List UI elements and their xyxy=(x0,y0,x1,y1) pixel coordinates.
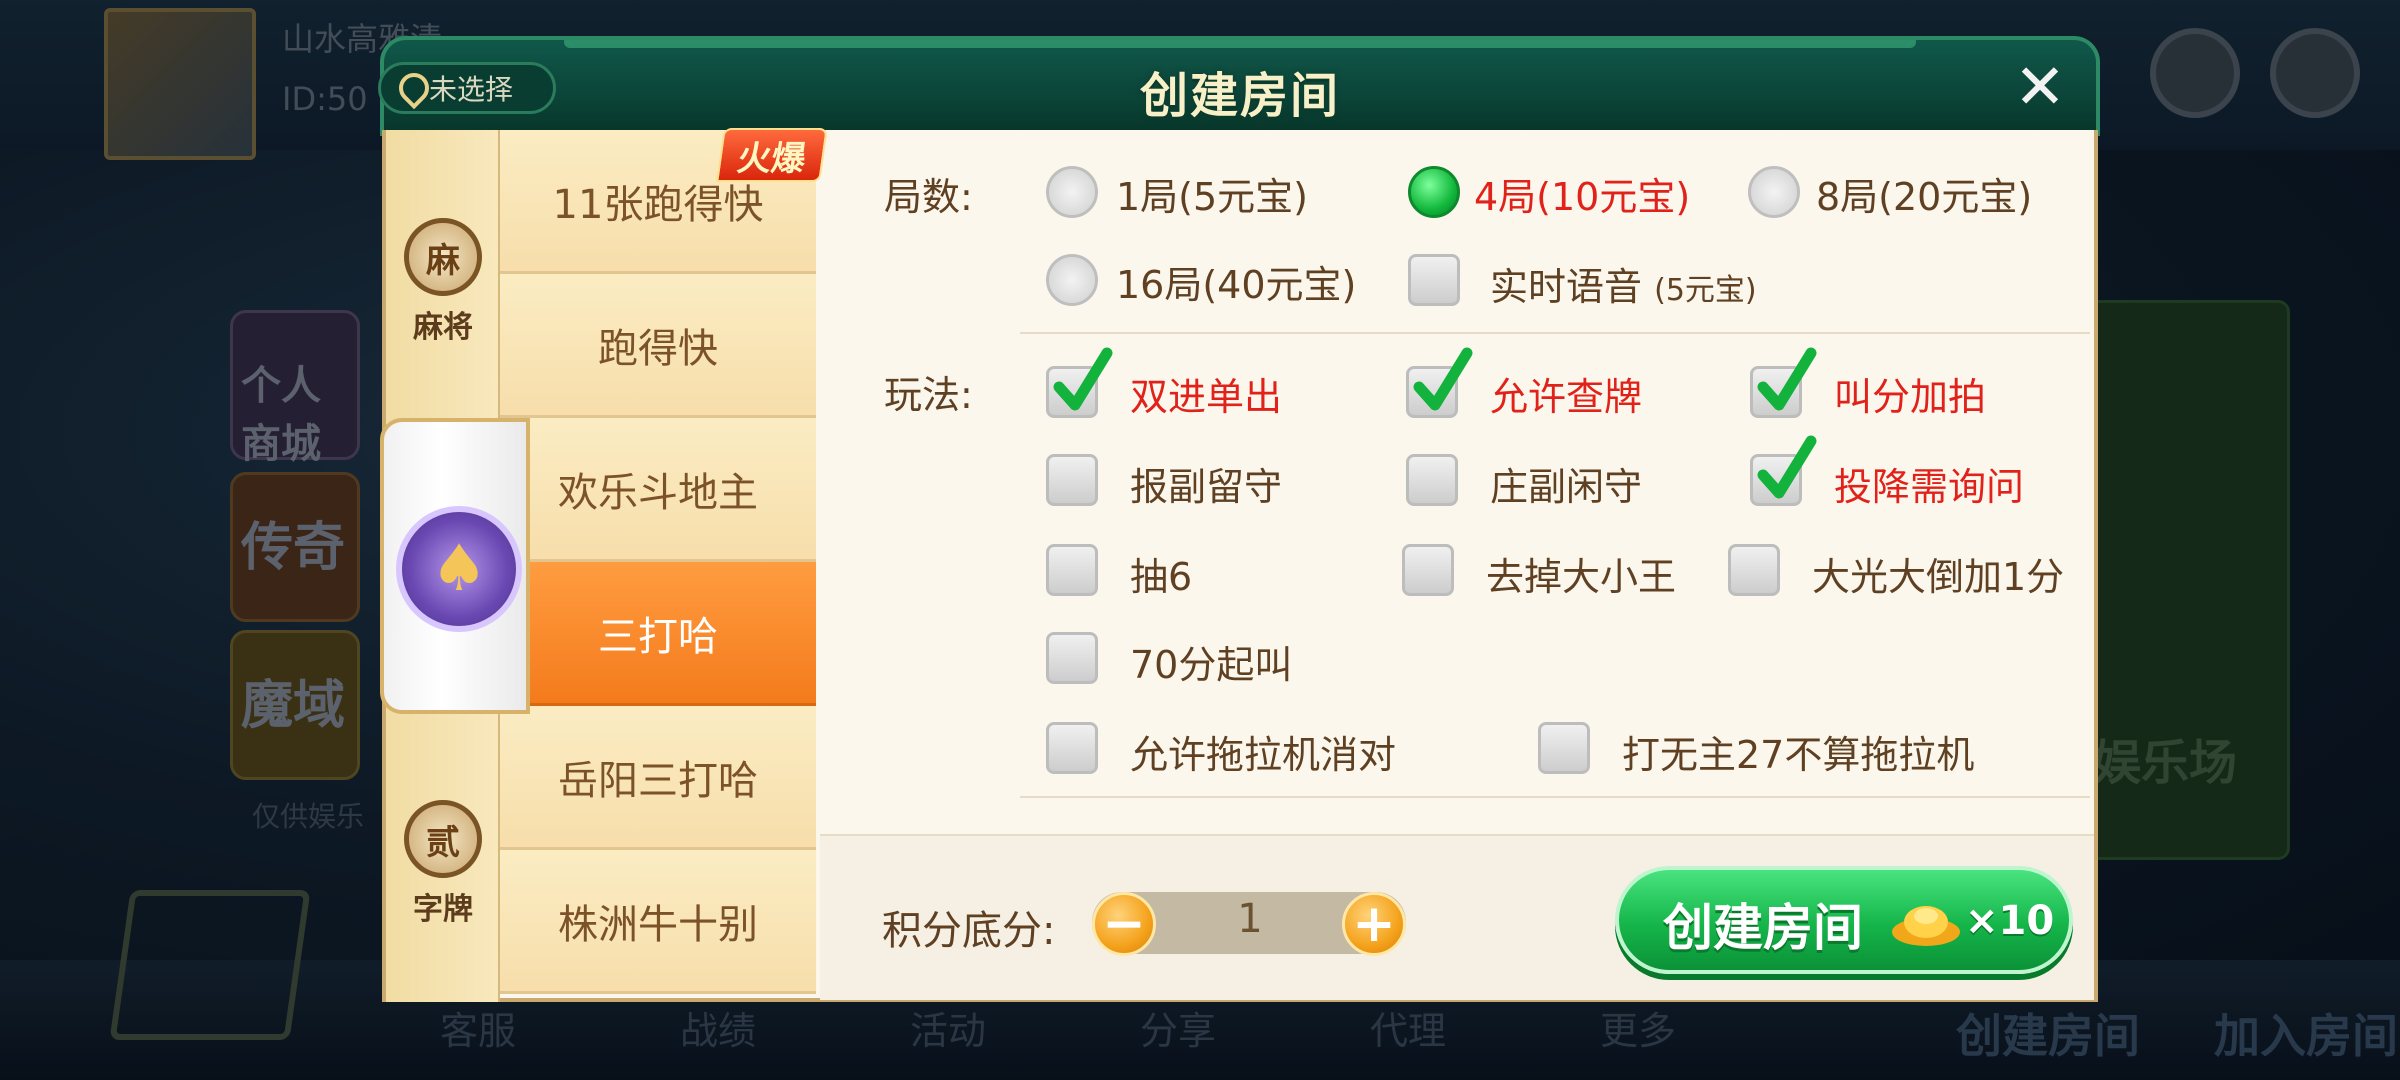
location-pin-icon xyxy=(399,73,421,103)
category-mahjong[interactable]: 麻 麻将 xyxy=(396,218,490,346)
category-zipai-label: 字牌 xyxy=(413,892,473,927)
game-item[interactable]: 跑得快 xyxy=(500,274,816,418)
checkmark-icon xyxy=(1757,347,1817,411)
close-button[interactable]: ✕ xyxy=(2005,56,2075,126)
rounds-label: 局数: xyxy=(884,175,973,219)
rule-label: 70分起叫 xyxy=(1130,643,1293,687)
cost-multiplier: ×10 xyxy=(1965,898,2055,944)
section-divider xyxy=(1020,796,2090,798)
rule-checkbox[interactable] xyxy=(1728,544,1780,596)
rule-label: 叫分加拍 xyxy=(1834,375,1987,419)
voice-checkbox[interactable] xyxy=(1408,254,1460,306)
mahjong-icon: 麻 xyxy=(404,218,482,296)
rule-label: 允许查牌 xyxy=(1490,375,1643,419)
rule-label: 打无主27不算拖拉机 xyxy=(1622,733,1975,777)
rule-label: 允许拖拉机消对 xyxy=(1130,733,1397,777)
section-divider xyxy=(1020,332,2090,334)
round-option-label: 4局(10元宝) xyxy=(1474,175,1691,219)
checkmark-icon xyxy=(1757,435,1817,499)
screen: { "background": { "player_name": "山水高雅清"… xyxy=(0,0,2400,1080)
rule-label: 双进单出 xyxy=(1130,375,1283,419)
base-score-label: 积分底分: xyxy=(882,908,1056,954)
game-item[interactable]: 岳阳三打哈 xyxy=(500,706,816,850)
round-option-label: 1局(5元宝) xyxy=(1116,175,1309,219)
hot-badge: 火爆 xyxy=(716,128,828,182)
location-button[interactable]: 未选择 xyxy=(378,62,556,114)
rule-label: 抽6 xyxy=(1130,555,1193,599)
create-room-button[interactable]: 创建房间 ×10 xyxy=(1615,866,2073,974)
rule-checkbox[interactable] xyxy=(1046,722,1098,774)
spade-chip-icon: ♠ xyxy=(396,506,522,632)
rule-checkbox[interactable] xyxy=(1046,632,1098,684)
rule-checkbox[interactable] xyxy=(1046,454,1098,506)
checkmark-icon xyxy=(1053,347,1113,411)
game-item[interactable]: 株洲牛十别 xyxy=(500,850,816,994)
category-zipai[interactable]: 贰 字牌 xyxy=(396,800,490,928)
options-panel: 局数: 1局(5元宝) 4局(10元宝) 8局(20元宝) 16局(40元宝) … xyxy=(820,130,2096,830)
rule-label: 报副留守 xyxy=(1130,465,1283,509)
modal-header: 创建房间 xyxy=(380,36,2100,136)
modal-title: 创建房间 xyxy=(1139,68,1340,124)
rule-checkbox-checked[interactable] xyxy=(1406,347,1473,418)
rule-checkbox[interactable] xyxy=(1402,544,1454,596)
rule-checkbox-checked[interactable] xyxy=(1046,347,1113,418)
rule-checkbox-checked[interactable] xyxy=(1750,347,1817,418)
base-score-value: 1 xyxy=(1237,896,1263,942)
round-radio[interactable] xyxy=(1748,166,1800,218)
round-radio[interactable] xyxy=(1046,166,1098,218)
rule-checkbox[interactable] xyxy=(1046,544,1098,596)
checkmark-icon xyxy=(1413,347,1473,411)
rule-checkbox-checked[interactable] xyxy=(1750,435,1817,506)
game-item[interactable]: 欢乐斗地主 xyxy=(500,418,816,562)
round-radio-selected[interactable] xyxy=(1408,166,1460,218)
category-mahjong-label: 麻将 xyxy=(413,310,473,345)
round-radio[interactable] xyxy=(1046,254,1098,306)
game-list: 11张跑得快 跑得快 欢乐斗地主 三打哈 岳阳三打哈 株洲牛十别 xyxy=(500,130,816,1002)
create-room-label: 创建房间 xyxy=(1663,899,1863,957)
minus-button[interactable]: − xyxy=(1092,892,1156,956)
round-option-label: 16局(40元宝) xyxy=(1116,263,1357,307)
plus-button[interactable]: + xyxy=(1342,892,1406,956)
voice-label: 实时语音 (5元宝) xyxy=(1490,265,1757,309)
rule-label: 庄副闲守 xyxy=(1490,465,1643,509)
zipai-icon: 贰 xyxy=(404,800,482,878)
game-item-selected[interactable]: 三打哈 xyxy=(500,562,816,706)
rule-checkbox[interactable] xyxy=(1406,454,1458,506)
rule-label: 去掉大小王 xyxy=(1486,555,1677,599)
location-label: 未选择 xyxy=(429,73,514,106)
rules-label: 玩法: xyxy=(884,373,973,417)
rule-checkbox[interactable] xyxy=(1538,722,1590,774)
rule-label: 投降需询问 xyxy=(1834,465,2025,509)
round-option-label: 8局(20元宝) xyxy=(1816,175,2033,219)
gold-ingot-icon xyxy=(1892,906,1960,946)
rule-label: 大光大倒加1分 xyxy=(1812,555,2065,599)
